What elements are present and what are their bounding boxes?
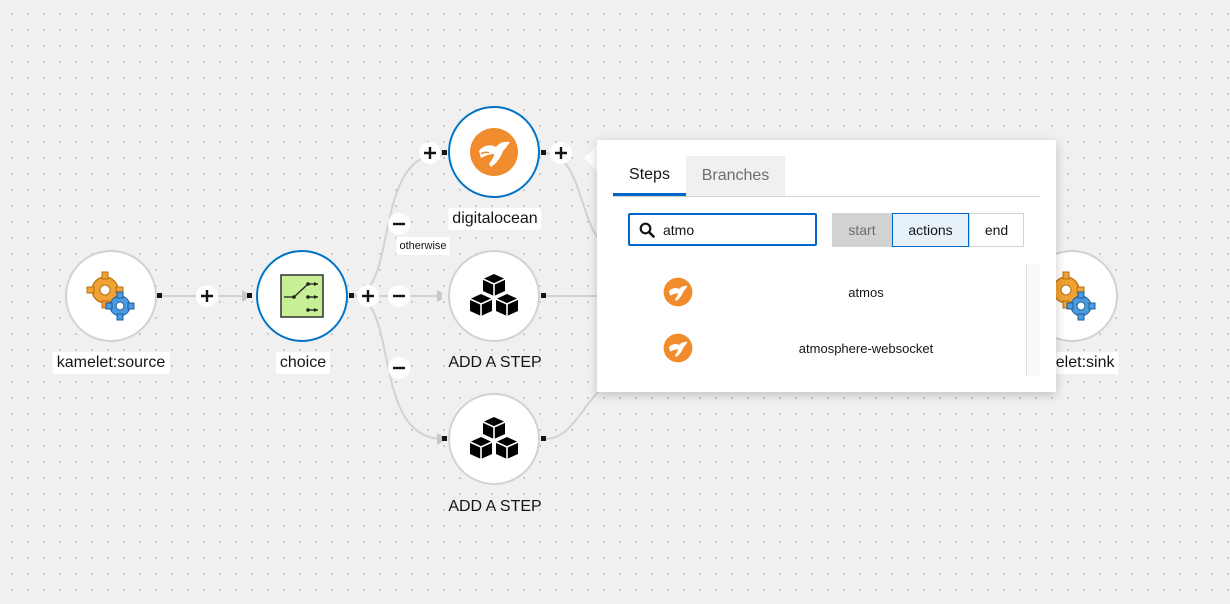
tab-branches[interactable]: Branches bbox=[686, 156, 785, 196]
node-label-step2: ADD A STEP bbox=[448, 498, 542, 515]
edge-step2-join bbox=[544, 389, 601, 440]
camel-icon bbox=[663, 277, 693, 307]
add-step-button[interactable] bbox=[196, 285, 218, 307]
port bbox=[247, 293, 252, 298]
node-label-source: kamelet:source bbox=[52, 352, 170, 374]
filter-actions-button[interactable]: actions bbox=[892, 213, 969, 247]
camel-icon bbox=[470, 128, 518, 176]
search-input[interactable] bbox=[663, 221, 803, 238]
add-step-button[interactable] bbox=[419, 142, 441, 164]
camel-icon bbox=[663, 333, 693, 363]
node-digitalocean[interactable] bbox=[448, 106, 540, 198]
node-label-digitalocean: digitalocean bbox=[448, 208, 542, 230]
list-item-name: atmos bbox=[848, 284, 884, 300]
arrow-head bbox=[242, 290, 247, 302]
tab-steps[interactable]: Steps bbox=[613, 156, 686, 196]
port bbox=[442, 436, 447, 441]
node-kamelet-source[interactable] bbox=[65, 250, 157, 342]
node-label-choice: choice bbox=[275, 352, 331, 374]
port bbox=[442, 150, 447, 155]
node-label-step1: ADD A STEP bbox=[448, 354, 542, 371]
arrow-head bbox=[437, 290, 442, 302]
add-step-button[interactable] bbox=[550, 142, 572, 164]
filter-start-button[interactable]: start bbox=[832, 213, 892, 247]
popover-arrow bbox=[584, 144, 598, 172]
cubes-icon bbox=[469, 274, 519, 316]
port bbox=[541, 293, 546, 298]
catalog-results-list: atmos atmosphere-websocket bbox=[613, 264, 1040, 376]
search-box bbox=[628, 213, 817, 246]
list-item[interactable]: atmosphere-websocket bbox=[613, 320, 1023, 376]
arrow-head bbox=[437, 433, 442, 445]
step-catalog-popover: Steps Branches start actions end atmos a… bbox=[597, 140, 1056, 392]
node-add-step-placeholder[interactable] bbox=[448, 250, 540, 342]
delete-branch-button[interactable] bbox=[388, 213, 410, 235]
node-add-step-placeholder[interactable] bbox=[448, 393, 540, 485]
choice-switch-icon bbox=[280, 274, 324, 318]
add-branch-button[interactable] bbox=[357, 285, 379, 307]
node-choice[interactable] bbox=[256, 250, 348, 342]
delete-branch-button[interactable] bbox=[388, 357, 410, 379]
delete-branch-button[interactable] bbox=[388, 285, 410, 307]
port bbox=[157, 293, 162, 298]
list-item-name: atmosphere-websocket bbox=[798, 340, 934, 356]
port bbox=[541, 436, 546, 441]
cubes-icon bbox=[469, 417, 519, 459]
kamelet-gears-icon bbox=[86, 271, 135, 321]
filter-end-button[interactable]: end bbox=[969, 213, 1024, 247]
branch-label-otherwise: otherwise bbox=[396, 237, 450, 255]
catalog-tabs: Steps Branches bbox=[613, 156, 1040, 197]
port bbox=[541, 150, 546, 155]
results-scrollbar[interactable] bbox=[1026, 264, 1040, 376]
port bbox=[349, 293, 354, 298]
list-item[interactable]: atmos bbox=[613, 264, 1023, 320]
search-icon bbox=[639, 222, 655, 238]
